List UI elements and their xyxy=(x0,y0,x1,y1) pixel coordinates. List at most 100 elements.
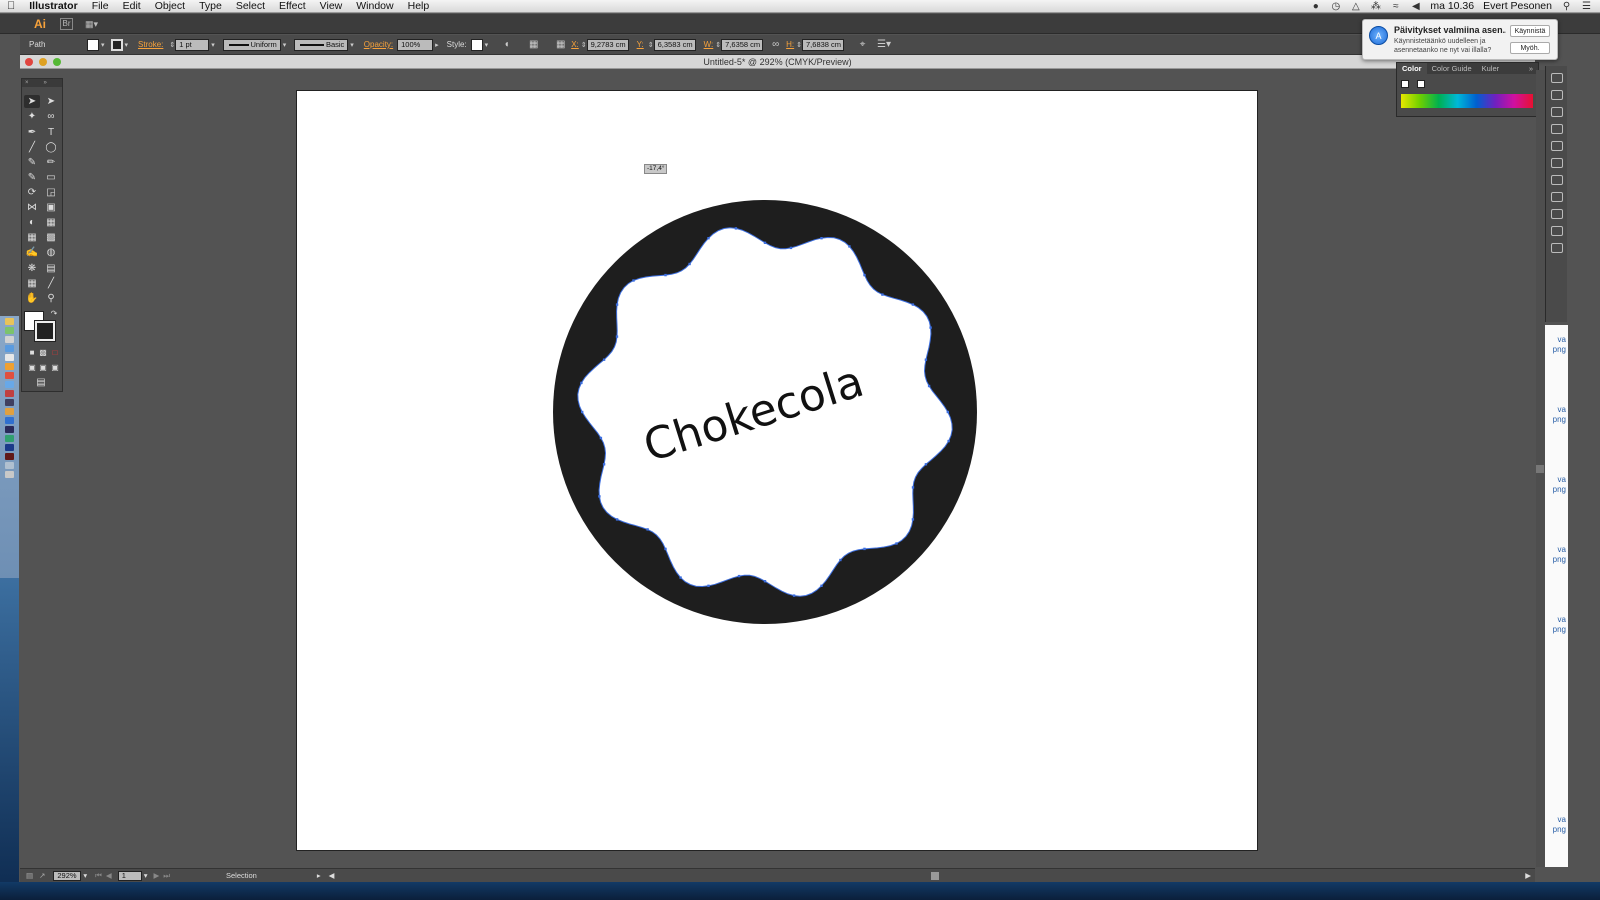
anchor-point[interactable] xyxy=(646,528,649,531)
dock-app-icon[interactable] xyxy=(5,453,14,460)
finder-label[interactable]: va xyxy=(1558,815,1566,824)
anchor-point[interactable] xyxy=(924,463,928,466)
layers-panel-icon[interactable] xyxy=(1551,226,1563,236)
zoom-input[interactable]: 292% xyxy=(53,870,82,881)
line-tool-icon[interactable]: ╱ xyxy=(24,141,40,154)
none-mode-icon[interactable]: □ xyxy=(47,346,63,359)
horizontal-scroll-thumb[interactable] xyxy=(931,871,940,880)
anchor-point[interactable] xyxy=(863,547,866,551)
dock-app-icon[interactable] xyxy=(5,408,14,415)
x-input[interactable]: 9,2783 cm xyxy=(586,38,629,51)
y-input[interactable]: 6,3583 cm xyxy=(653,38,696,51)
dock-app-icon[interactable] xyxy=(5,426,14,433)
anchor-point[interactable] xyxy=(820,584,823,587)
opacity-label[interactable]: Opacity: xyxy=(364,40,393,49)
align-icon[interactable]: ▦ xyxy=(527,39,540,51)
finder-label[interactable]: va xyxy=(1558,475,1566,484)
anchor-point[interactable] xyxy=(580,381,583,385)
column-graph-tool-icon[interactable]: ▤ xyxy=(43,262,59,275)
menu-object[interactable]: Object xyxy=(148,0,192,12)
color-spectrum[interactable] xyxy=(1401,94,1533,108)
chevron-right-icon[interactable]: ▸ xyxy=(435,41,439,49)
hand-tool-icon[interactable]: ✋ xyxy=(24,292,40,305)
dock-app-icon[interactable] xyxy=(5,444,14,451)
anchor-point[interactable] xyxy=(924,358,928,361)
restart-button[interactable]: Käynnistä xyxy=(1510,25,1550,37)
anchor-point[interactable] xyxy=(789,246,793,250)
free-transform-tool-icon[interactable]: ▣ xyxy=(43,201,59,214)
anchor-point[interactable] xyxy=(688,262,691,266)
scroll-right-icon[interactable]: ▶ xyxy=(1525,871,1531,880)
fill-swatch[interactable] xyxy=(87,38,99,51)
variable-width-profile[interactable]: Uniform xyxy=(222,38,281,51)
tab-color-guide[interactable]: Color Guide xyxy=(1427,63,1477,74)
dock-app-icon[interactable] xyxy=(5,354,14,361)
eraser-tool-icon[interactable]: ▭ xyxy=(43,171,59,184)
dock-app-icon[interactable] xyxy=(5,363,14,370)
chevron-down-icon[interactable]: ▾ xyxy=(101,41,105,49)
anchor-point[interactable] xyxy=(664,273,667,277)
mesh-tool-icon[interactable]: ▦ xyxy=(24,231,40,244)
stroke-swatch[interactable] xyxy=(110,38,123,51)
scroll-left-icon[interactable]: ◀ xyxy=(329,871,335,880)
zoom-window-button[interactable] xyxy=(53,58,61,66)
menu-select[interactable]: Select xyxy=(229,0,272,12)
anchor-point[interactable] xyxy=(599,436,603,440)
tab-kuler[interactable]: Kuler xyxy=(1477,63,1505,74)
constrain-proportions-icon[interactable]: ∞ xyxy=(769,39,782,51)
width-tool-icon[interactable]: ⋈ xyxy=(24,201,40,214)
transform-icon[interactable]: ⌖ xyxy=(856,39,869,51)
minimize-window-button[interactable] xyxy=(39,58,47,66)
later-button[interactable]: Myöh. xyxy=(1510,42,1550,54)
pen-tool-icon[interactable]: ✒ xyxy=(24,126,40,139)
direct-selection-tool-icon[interactable]: ➤ xyxy=(43,95,59,108)
time-machine-icon[interactable]: ◷ xyxy=(1330,1,1341,11)
scrollbar-thumb[interactable] xyxy=(1536,465,1544,473)
anchor-point[interactable] xyxy=(947,439,950,443)
appearance-panel-icon[interactable] xyxy=(1551,73,1563,83)
chevron-down-icon[interactable]: ▾ xyxy=(125,41,129,49)
chevron-down-icon[interactable]: ▾ xyxy=(211,41,215,49)
dock-app-icon[interactable] xyxy=(5,345,14,352)
chevron-down-icon[interactable]: ▾ xyxy=(283,41,287,49)
finder-label[interactable]: png xyxy=(1553,485,1566,494)
dock-app-icon[interactable] xyxy=(5,318,14,325)
tools-panel-header[interactable]: × » xyxy=(22,79,62,87)
volume-icon[interactable]: ◀ xyxy=(1410,1,1421,11)
swatches-panel-icon[interactable] xyxy=(1551,124,1563,134)
dock-app-icon[interactable] xyxy=(5,327,14,334)
anchor-point[interactable] xyxy=(664,547,667,551)
bridge-button[interactable]: Br xyxy=(60,18,73,30)
anchor-point[interactable] xyxy=(615,303,619,306)
anchor-point[interactable] xyxy=(707,237,710,240)
bluetooth-icon[interactable]: ⁂ xyxy=(1370,1,1381,11)
anchor-point[interactable] xyxy=(734,227,738,230)
w-input[interactable]: 7,6358 cm xyxy=(721,38,764,51)
anchor-point[interactable] xyxy=(598,495,601,498)
blend-tool-icon[interactable]: ◍ xyxy=(43,246,59,259)
notification-center-icon[interactable]: ☰ xyxy=(1581,1,1592,11)
anchor-point[interactable] xyxy=(911,486,915,489)
dock-app-icon[interactable] xyxy=(5,381,14,388)
slice-tool-icon[interactable]: ╱ xyxy=(43,277,59,290)
anchor-point[interactable] xyxy=(911,303,915,306)
menu-help[interactable]: Help xyxy=(401,0,437,12)
panel-menu-icon[interactable]: ☰▾ xyxy=(877,39,891,51)
chevron-down-icon[interactable]: ▾ xyxy=(83,871,87,880)
finder-label[interactable]: png xyxy=(1553,555,1566,564)
artboard-nav-icon[interactable]: ▤ xyxy=(26,871,33,880)
dock-app-icon[interactable] xyxy=(5,435,14,442)
pencil-tool-icon[interactable]: ✏ xyxy=(43,156,59,169)
anchor-point[interactable] xyxy=(615,335,619,338)
spotlight-icon[interactable]: ⚲ xyxy=(1561,1,1572,11)
symbol-sprayer-tool-icon[interactable]: ❋ xyxy=(24,262,40,275)
anchor-point[interactable] xyxy=(581,410,584,414)
h-label[interactable]: H: xyxy=(786,40,794,49)
arrange-documents-icon[interactable]: ▦▾ xyxy=(85,18,105,30)
recolor-artwork-icon[interactable]: ◖ xyxy=(500,39,513,51)
close-window-button[interactable] xyxy=(25,58,33,66)
graphic-styles-panel-icon[interactable] xyxy=(1551,141,1563,151)
anchor-point[interactable] xyxy=(927,384,931,388)
finder-label[interactable]: png xyxy=(1553,825,1566,834)
transparency-panel-icon[interactable] xyxy=(1551,192,1563,202)
